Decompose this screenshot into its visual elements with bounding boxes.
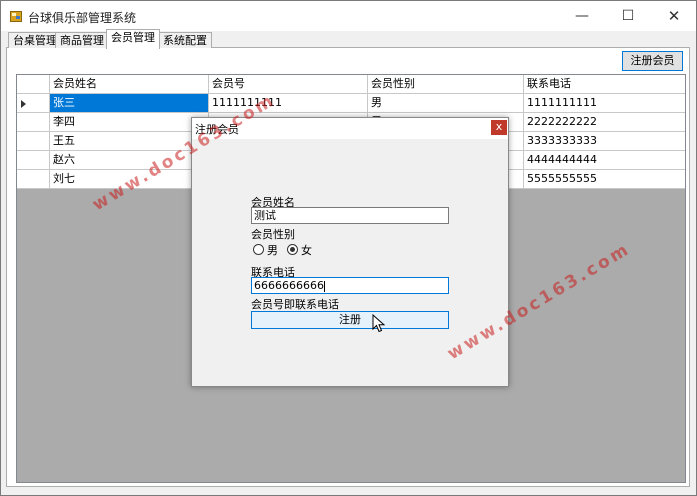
submit-register-button[interactable]: 注册: [251, 311, 449, 329]
minimize-button[interactable]: —: [559, 1, 605, 31]
gender-female-radio[interactable]: [287, 244, 298, 255]
tab-goods-management[interactable]: 商品管理: [55, 32, 109, 48]
register-member-dialog: 注册会员 x 会员姓名 测试 会员性别 男 女 联系电话 6666666666 …: [191, 117, 509, 387]
cell-name[interactable]: 张三: [50, 94, 209, 113]
row-header[interactable]: [17, 132, 50, 151]
column-header-phone[interactable]: 联系电话: [524, 75, 685, 94]
cell-number[interactable]: 1111111111: [209, 94, 368, 113]
column-header-name[interactable]: 会员姓名: [50, 75, 209, 94]
mouse-pointer-icon: [372, 314, 386, 333]
radio-selected-dot: [290, 247, 295, 252]
cell-name[interactable]: 赵六: [50, 151, 209, 170]
cell-phone[interactable]: 5555555555: [524, 170, 685, 189]
row-header[interactable]: [17, 170, 50, 189]
row-header[interactable]: [17, 113, 50, 132]
cell-name[interactable]: 刘七: [50, 170, 209, 189]
table-row[interactable]: 张三 1111111111 男 1111111111: [17, 94, 685, 113]
row-header-corner: [17, 75, 50, 94]
dialog-title: 注册会员: [195, 123, 239, 136]
title-bar: 台球俱乐部管理系统 — ☐ ✕: [1, 1, 696, 31]
current-row-arrow-icon: [21, 100, 26, 108]
row-header[interactable]: [17, 94, 50, 113]
name-input[interactable]: 测试: [251, 207, 449, 224]
column-header-number[interactable]: 会员号: [209, 75, 368, 94]
phone-input[interactable]: 6666666666: [251, 277, 449, 294]
gender-female-label[interactable]: 女: [301, 242, 312, 258]
close-button[interactable]: ✕: [651, 1, 696, 31]
cell-phone[interactable]: 4444444444: [524, 151, 685, 170]
window-title: 台球俱乐部管理系统: [28, 11, 137, 25]
gender-male-radio[interactable]: [253, 244, 264, 255]
tab-member-management[interactable]: 会员管理: [106, 29, 160, 49]
cell-phone[interactable]: 3333333333: [524, 132, 685, 151]
row-header[interactable]: [17, 151, 50, 170]
register-member-button[interactable]: 注册会员: [622, 51, 683, 71]
cell-name[interactable]: 王五: [50, 132, 209, 151]
cell-phone[interactable]: 2222222222: [524, 113, 685, 132]
member-number-note: 会员号即联系电话: [251, 298, 339, 311]
text-caret: [324, 280, 325, 292]
phone-input-value: 6666666666: [254, 279, 324, 292]
app-icon: [10, 11, 22, 22]
cell-gender[interactable]: 男: [368, 94, 524, 113]
tab-table-management[interactable]: 台桌管理: [8, 32, 62, 48]
tab-system-config[interactable]: 系统配置: [158, 32, 212, 48]
grid-header-row: 会员姓名 会员号 会员性别 联系电话: [17, 75, 685, 94]
dialog-close-button[interactable]: x: [491, 120, 507, 135]
gender-label: 会员性别: [251, 228, 295, 241]
maximize-button[interactable]: ☐: [605, 1, 651, 31]
dialog-title-bar: 注册会员 x: [192, 118, 508, 139]
gender-male-label[interactable]: 男: [267, 242, 278, 258]
cell-name[interactable]: 李四: [50, 113, 209, 132]
main-window: 台球俱乐部管理系统 — ☐ ✕ 台桌管理 商品管理 会员管理 系统配置 注册会员…: [0, 0, 697, 496]
column-header-gender[interactable]: 会员性别: [368, 75, 524, 94]
cell-phone[interactable]: 1111111111: [524, 94, 685, 113]
